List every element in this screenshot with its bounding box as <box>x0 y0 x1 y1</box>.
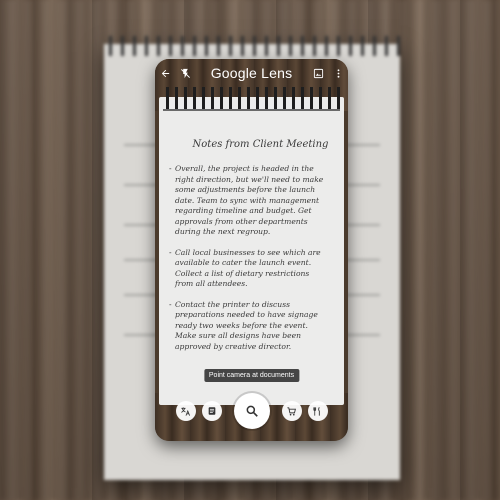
text-icon <box>208 407 215 415</box>
note-line: approved by creative director. <box>175 341 292 351</box>
more-options-button[interactable] <box>328 63 348 83</box>
note-item: - Contact the printer to discuss prepara… <box>169 300 340 353</box>
dining-mode-button[interactable] <box>307 401 328 421</box>
note-item: - Call local businesses to see which are… <box>169 248 340 290</box>
note-line: during the next regroup. <box>175 227 271 236</box>
camera-view-spiral <box>163 87 340 111</box>
note-line: right direction, but we'll need to make <box>175 174 324 184</box>
note-line: from all attendees. <box>175 279 248 288</box>
lens-mode-bar <box>155 393 348 429</box>
note-line: Collect a list of dietary restrictions <box>175 268 310 278</box>
search-icon <box>246 405 258 417</box>
handwritten-notes: Notes from Client Meeting - Overall, the… <box>169 139 340 362</box>
note-line: Call local businesses to see which are <box>175 247 321 257</box>
note-line: regarding timeline and budget. Get <box>175 206 312 215</box>
shopping-cart-icon <box>287 406 296 416</box>
note-item: - Overall, the project is headed in the … <box>169 164 340 238</box>
note-line: ready two weeks before the event. <box>175 320 308 330</box>
app-title: Google Lens <box>210 65 293 81</box>
note-line: preparations needed to have signage <box>175 310 318 319</box>
note-line: date. Team to sync with management <box>175 195 320 205</box>
scene: Google Lens Notes from Client Meeting - … <box>0 0 500 500</box>
hint-toast: Point camera at documents <box>203 369 300 382</box>
translate-icon <box>181 406 191 416</box>
back-button[interactable] <box>155 63 175 83</box>
top-app-bar: Google Lens <box>155 59 348 87</box>
note-line: available to cater the launch event. <box>175 258 312 267</box>
note-line: approvals from other departments <box>175 216 308 226</box>
note-line: Overall, the project is headed in the <box>175 164 314 173</box>
translate-mode-button[interactable] <box>175 401 196 421</box>
arrow-left-icon <box>161 69 169 77</box>
more-vert-icon <box>337 68 339 78</box>
gallery-button[interactable] <box>308 63 328 83</box>
flash-toggle-button[interactable] <box>175 63 195 83</box>
note-line: Make sure all designs have been <box>175 331 302 340</box>
phone-screen: Google Lens Notes from Client Meeting - … <box>155 59 348 441</box>
image-icon <box>313 68 323 78</box>
text-mode-button[interactable] <box>201 401 222 421</box>
restaurant-icon <box>313 406 320 416</box>
shopping-mode-button[interactable] <box>281 401 302 421</box>
note-line: some adjustments before the launch <box>175 185 316 194</box>
notebook-spiral-binding <box>104 36 400 56</box>
notes-title: Notes from Client Meeting <box>192 139 329 150</box>
note-line: Contact the printer to discuss <box>175 299 290 309</box>
flash-off-icon <box>180 68 190 78</box>
search-mode-button[interactable] <box>233 393 270 429</box>
